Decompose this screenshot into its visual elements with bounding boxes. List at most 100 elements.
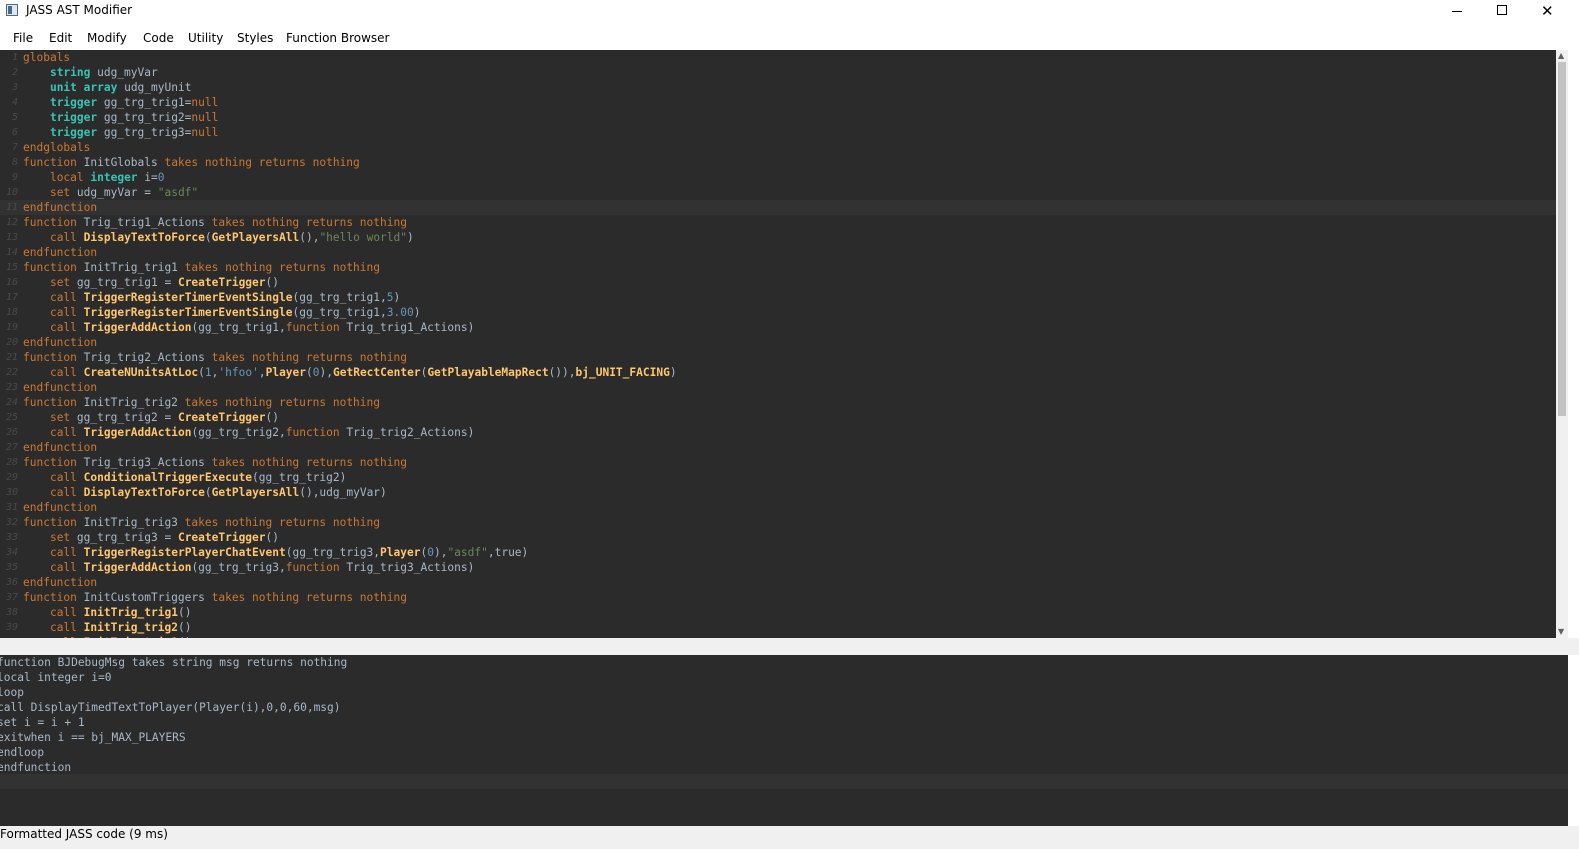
code-token: takes nothing returns nothing: [184, 516, 380, 529]
code-text: endfunction: [23, 440, 97, 455]
code-text: set gg_trg_trig3 = CreateTrigger(): [23, 530, 279, 545]
code-token: (gg_trg_trig2): [252, 471, 347, 484]
code-line[interactable]: 37 function InitCustomTriggers takes noth…: [0, 590, 1556, 605]
code-token: (),: [299, 231, 320, 244]
code-token: (: [204, 231, 212, 244]
code-line[interactable]: 22 call CreateNUnitsAtLoc(1,'hfoo',Playe…: [0, 365, 1556, 380]
line-number: 11: [5, 202, 18, 213]
code-line[interactable]: 5 trigger gg_trg_trig2=null: [0, 110, 1556, 125]
code-line[interactable]: 12 function Trig_trig1_Actions takes noth…: [0, 215, 1556, 230]
code-line[interactable]: 1 globals: [0, 50, 1556, 65]
menu-utility[interactable]: Utility: [188, 31, 223, 45]
code-line[interactable]: 14 endfunction: [0, 245, 1556, 260]
code-token: takes nothing returns nothing: [211, 591, 407, 604]
code-token: function: [285, 561, 340, 574]
menu-styles[interactable]: Styles: [237, 31, 273, 45]
code-line[interactable]: 36 endfunction: [0, 575, 1556, 590]
code-token: (gg_trg_trig1,: [191, 321, 286, 334]
maximize-icon: [1497, 5, 1507, 15]
code-token: gg_trg_trig3 =: [70, 531, 178, 544]
menu-modify[interactable]: Modify: [87, 31, 127, 45]
code-line[interactable]: 18 call TriggerRegisterTimerEventSingle(…: [0, 305, 1556, 320]
code-token: (gg_trg_trig3,: [191, 561, 286, 574]
code-line[interactable]: 28 function Trig_trig3_Actions takes noth…: [0, 455, 1556, 470]
code-line[interactable]: 20 endfunction: [0, 335, 1556, 350]
pane-splitter[interactable]: [0, 638, 1579, 655]
menu-file[interactable]: File: [13, 31, 33, 45]
code-line[interactable]: 39 call InitTrig_trig2(): [0, 620, 1556, 635]
output-pane[interactable]: function BJDebugMsg takes string msg ret…: [0, 655, 1568, 826]
code-line[interactable]: 4 trigger gg_trg_trig1=null: [0, 95, 1556, 110]
code-line[interactable]: 33 set gg_trg_trig3 = CreateTrigger(): [0, 530, 1556, 545]
scroll-up-icon[interactable]: ▲: [1558, 52, 1564, 60]
code-token: udg_myUnit: [117, 81, 192, 94]
code-line[interactable]: 3 unit array udg_myUnit: [0, 80, 1556, 95]
code-token: CreateTrigger: [177, 531, 266, 544]
code-token: endfunction: [23, 441, 98, 454]
code-line[interactable]: 25 set gg_trg_trig2 = CreateTrigger(): [0, 410, 1556, 425]
code-line[interactable]: 16 set gg_trg_trig1 = CreateTrigger(): [0, 275, 1556, 290]
code-token: takes nothing returns nothing: [164, 156, 360, 169]
scroll-down-icon[interactable]: ▼: [1558, 628, 1564, 636]
code-token: "asdf": [157, 186, 199, 199]
code-token: TriggerAddAction: [83, 321, 192, 334]
code-token: gg_trg_trig2=: [97, 111, 192, 124]
editor-scrollbar[interactable]: ▲ ▼: [1556, 50, 1568, 638]
code-line[interactable]: 9 local integer i=0: [0, 170, 1556, 185]
code-line[interactable]: 2 string udg_myVar: [0, 65, 1556, 80]
code-line[interactable]: 38 call InitTrig_trig1(): [0, 605, 1556, 620]
code-text: endfunction: [23, 245, 97, 260]
code-editor[interactable]: 1 globals 2 string udg_myVar 3 unit array u…: [0, 50, 1568, 638]
code-line[interactable]: 10 set udg_myVar = "asdf": [0, 185, 1556, 200]
code-token: gg_trg_trig1 =: [70, 276, 178, 289]
scrollbar-thumb[interactable]: [1558, 62, 1566, 416]
code-line[interactable]: 24 function InitTrig_trig2 takes nothing …: [0, 395, 1556, 410]
code-token: ConditionalTriggerExecute: [83, 471, 253, 484]
maximize-button[interactable]: [1479, 0, 1525, 24]
line-number: 13: [5, 232, 18, 243]
code-line[interactable]: 7 endglobals: [0, 140, 1556, 155]
line-number: 33: [5, 532, 18, 543]
code-line[interactable]: 29 call ConditionalTriggerExecute(gg_trg…: [0, 470, 1556, 485]
output-line: loop: [0, 686, 24, 699]
code-token: function: [285, 321, 340, 334]
code-line[interactable]: 19 call TriggerAddAction(gg_trg_trig1,fu…: [0, 320, 1556, 335]
code-token: endfunction: [23, 576, 98, 589]
code-line[interactable]: 13 call DisplayTextToForce(GetPlayersAll…: [0, 230, 1556, 245]
code-line[interactable]: 17 call TriggerRegisterTimerEventSingle(…: [0, 290, 1556, 305]
code-line[interactable]: 6 trigger gg_trg_trig3=null: [0, 125, 1556, 140]
minimize-button[interactable]: [1434, 0, 1480, 24]
code-token: DisplayTextToForce: [83, 231, 205, 244]
close-button[interactable]: ✕: [1524, 0, 1570, 24]
code-line[interactable]: 26 call TriggerAddAction(gg_trg_trig2,fu…: [0, 425, 1556, 440]
code-line[interactable]: 32 function InitTrig_trig3 takes nothing …: [0, 515, 1556, 530]
code-line[interactable]: 23 endfunction: [0, 380, 1556, 395]
menu-code[interactable]: Code: [143, 31, 174, 45]
menu-function-browser[interactable]: Function Browser: [286, 31, 389, 45]
code-line[interactable]: 21 function Trig_trig2_Actions takes noth…: [0, 350, 1556, 365]
code-text: trigger gg_trg_trig2=null: [23, 110, 218, 125]
code-line[interactable]: 27 endfunction: [0, 440, 1556, 455]
code-line[interactable]: 35 call TriggerAddAction(gg_trg_trig3,fu…: [0, 560, 1556, 575]
code-line[interactable]: 11 endfunction: [0, 200, 1556, 215]
code-line[interactable]: 30 call DisplayTextToForce(GetPlayersAll…: [0, 485, 1556, 500]
code-token: (: [306, 366, 313, 379]
code-token: GetPlayersAll: [211, 231, 300, 244]
output-line: function BJDebugMsg takes string msg ret…: [0, 656, 348, 669]
code-token: function: [23, 516, 77, 529]
code-line[interactable]: 15 function InitTrig_trig1 takes nothing …: [0, 260, 1556, 275]
code-token: call: [49, 426, 77, 439]
code-line[interactable]: 31 endfunction: [0, 500, 1556, 515]
menu-edit[interactable]: Edit: [49, 31, 72, 45]
code-token: 0: [157, 171, 165, 184]
code-token: gg_trg_trig3=: [97, 126, 192, 139]
code-line[interactable]: 8 function InitGlobals takes nothing retu…: [0, 155, 1556, 170]
code-token: function: [23, 351, 77, 364]
code-token: integer: [90, 171, 138, 184]
code-line[interactable]: 34 call TriggerRegisterPlayerChatEvent(g…: [0, 545, 1556, 560]
